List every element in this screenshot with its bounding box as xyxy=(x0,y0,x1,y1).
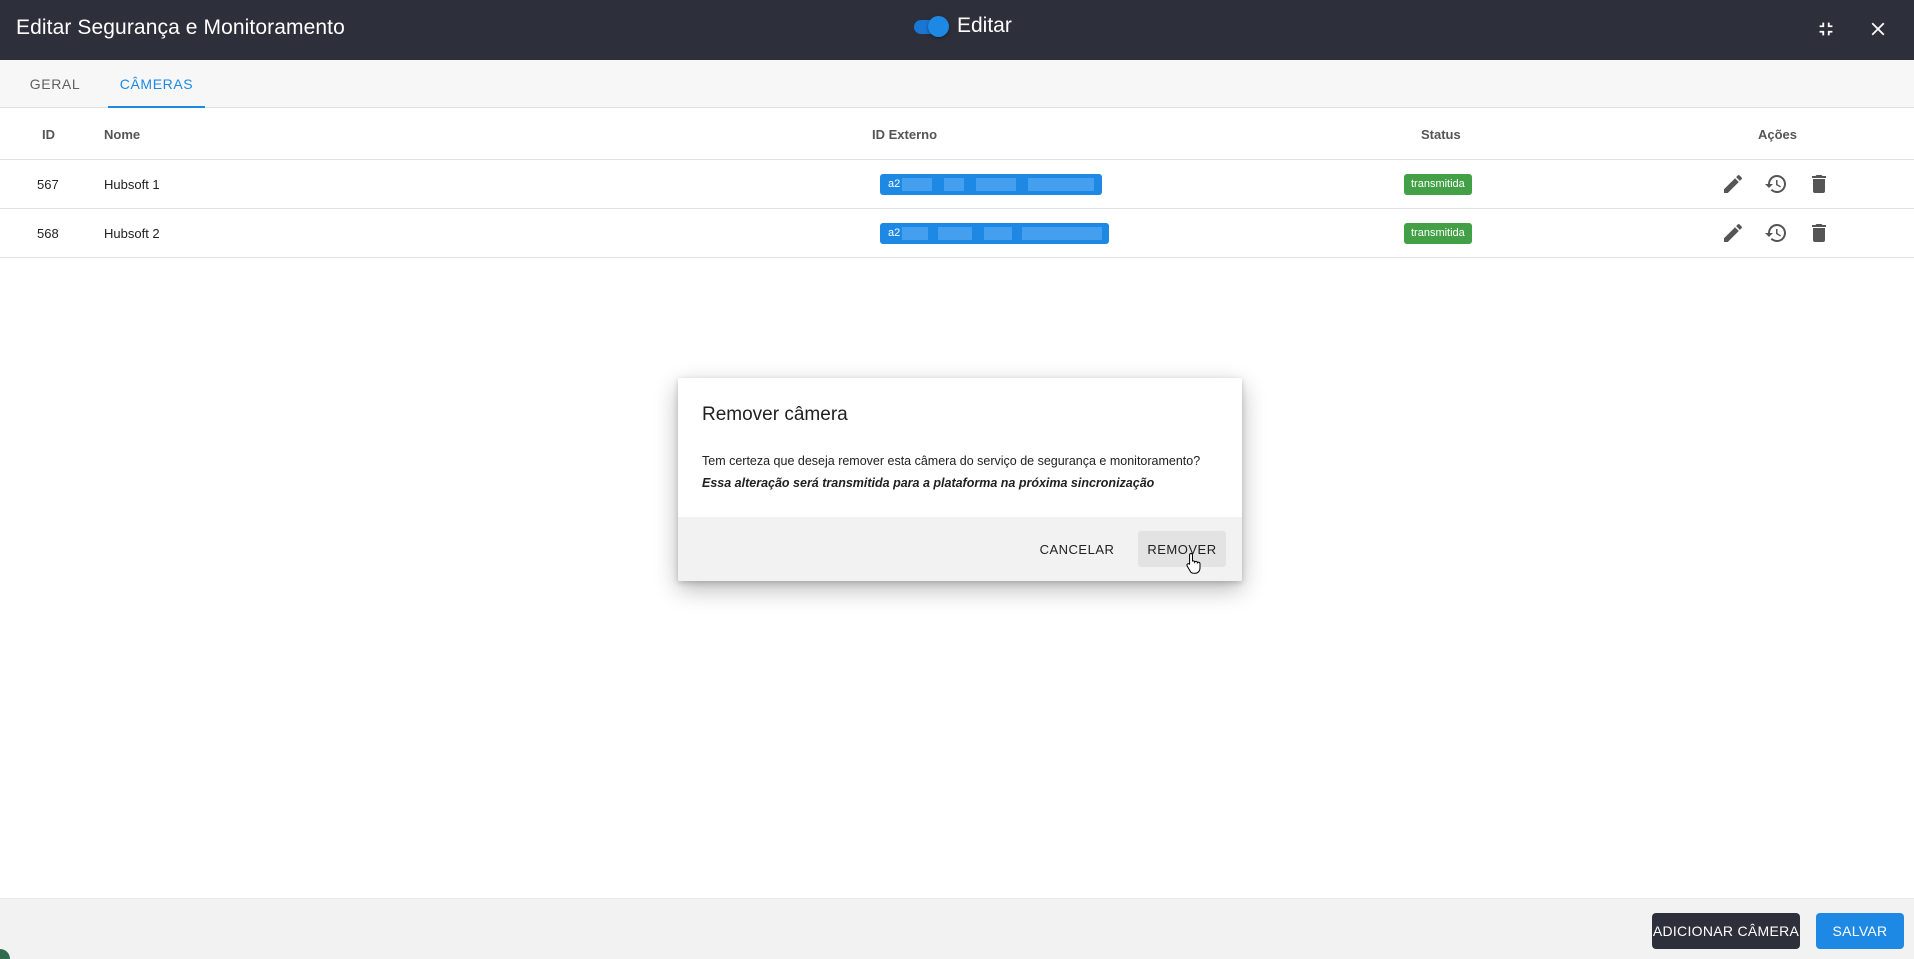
delete-icon[interactable] xyxy=(1807,172,1831,196)
row-external-id: a2 xyxy=(880,209,1109,257)
collapse-icon[interactable] xyxy=(1815,18,1837,40)
edit-icon[interactable] xyxy=(1721,172,1745,196)
column-header-external-id: ID Externo xyxy=(872,126,938,142)
status-badge: transmitida xyxy=(1404,222,1472,244)
tab-geral[interactable]: GERAL xyxy=(18,60,92,108)
remove-button[interactable]: REMOVER xyxy=(1138,531,1226,567)
history-icon[interactable] xyxy=(1764,221,1788,245)
row-name: Hubsoft 2 xyxy=(104,225,160,241)
history-icon[interactable] xyxy=(1764,172,1788,196)
column-header-status: Status xyxy=(1421,126,1461,142)
tab-cameras[interactable]: CÂMERAS xyxy=(108,60,205,108)
edit-toggle[interactable]: Editar xyxy=(913,14,1012,38)
title-bar: Editar Segurança e Monitoramento Editar xyxy=(0,0,1914,60)
table-row[interactable]: 568 Hubsoft 2 a2 transmitida xyxy=(0,209,1914,258)
row-name: Hubsoft 1 xyxy=(104,176,160,192)
cameras-table: ID Nome ID Externo Status Ações 567 Hubs… xyxy=(0,109,1914,258)
window-title: Editar Segurança e Monitoramento xyxy=(16,16,345,39)
row-external-id: a2 xyxy=(880,160,1102,208)
status-badge: transmitida xyxy=(1404,173,1472,195)
toggle-switch[interactable] xyxy=(913,16,949,37)
row-id: 567 xyxy=(37,176,59,192)
cancel-button[interactable]: CANCELAR xyxy=(1032,531,1122,567)
remove-camera-dialog: Remover câmera Tem certeza que deseja re… xyxy=(678,378,1242,581)
footer-bar: ADICIONAR CÂMERA SALVAR xyxy=(0,898,1914,959)
column-header-name: Nome xyxy=(104,126,141,142)
edit-toggle-label: Editar xyxy=(957,14,1012,37)
dialog-note: Essa alteração será transmitida para a p… xyxy=(702,476,1155,490)
external-id-chip: a2 xyxy=(880,173,1102,195)
save-button[interactable]: SALVAR xyxy=(1816,913,1904,949)
hand-cursor-icon xyxy=(1186,552,1201,574)
row-id: 568 xyxy=(37,225,59,241)
table-header: ID Nome ID Externo Status Ações xyxy=(0,109,1914,160)
dialog-actions: CANCELAR REMOVER xyxy=(678,517,1242,581)
edit-icon[interactable] xyxy=(1721,221,1745,245)
column-header-actions: Ações xyxy=(1758,126,1798,142)
table-row[interactable]: 567 Hubsoft 1 a2 transmitida xyxy=(0,160,1914,209)
dialog-question: Tem certeza que deseja remover esta câme… xyxy=(702,454,1201,468)
dialog-message: Tem certeza que deseja remover esta câme… xyxy=(702,450,1222,494)
column-header-id: ID xyxy=(42,126,55,142)
external-id-chip: a2 xyxy=(880,222,1109,244)
tab-bar: GERAL CÂMERAS xyxy=(0,60,1914,108)
row-status: transmitida xyxy=(1404,209,1472,257)
row-status: transmitida xyxy=(1404,160,1472,208)
dialog-title: Remover câmera xyxy=(702,404,848,425)
delete-icon[interactable] xyxy=(1807,221,1831,245)
close-icon[interactable] xyxy=(1867,18,1889,40)
add-camera-button[interactable]: ADICIONAR CÂMERA xyxy=(1652,913,1800,949)
app-window: Editar Segurança e Monitoramento Editar … xyxy=(0,0,1914,959)
